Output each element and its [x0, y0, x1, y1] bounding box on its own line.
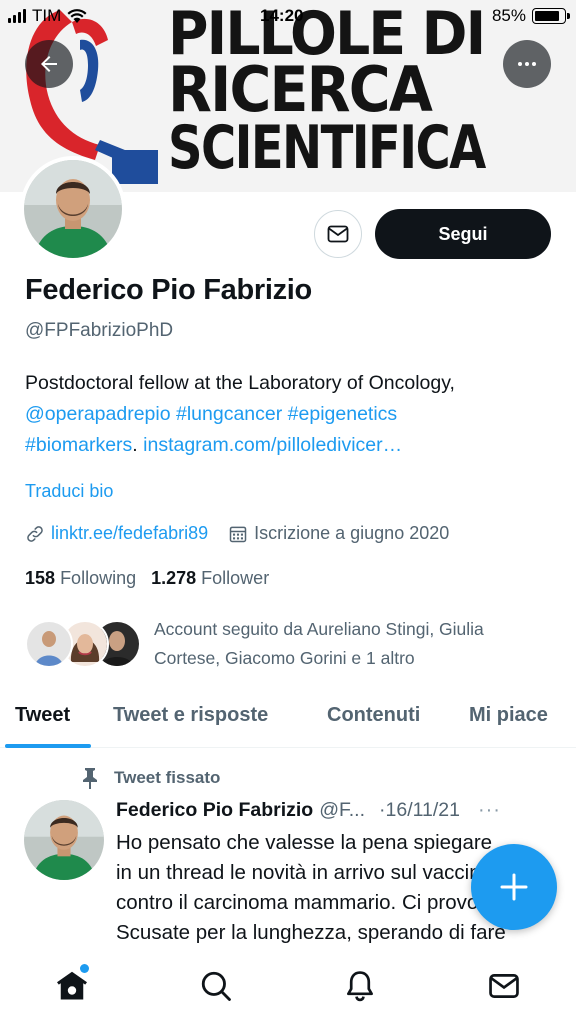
profile-name: Federico Pio Fabrizio: [25, 274, 312, 306]
plus-icon: [500, 873, 528, 901]
tweet-date[interactable]: ·16/11/21: [379, 799, 460, 822]
nav-search[interactable]: [196, 966, 236, 1006]
status-time: 14:20: [260, 6, 304, 25]
tab-contenuti[interactable]: Contenuti: [327, 704, 420, 727]
home-notification-dot: [80, 964, 89, 973]
tweet-author-name[interactable]: Federico Pio Fabrizio: [116, 799, 313, 822]
bio-hashtag-biomarkers[interactable]: #biomarkers: [25, 434, 132, 456]
calendar-icon: [229, 526, 247, 542]
message-button[interactable]: [314, 210, 362, 258]
profile-handle: @FPFabrizioPhD: [25, 320, 174, 341]
status-left: TIM: [8, 6, 87, 26]
tab-mi-piace[interactable]: Mi piace: [469, 704, 548, 727]
bio-text: Postdoctoral fellow at the Laboratory of…: [25, 372, 455, 394]
tweet-more-icon[interactable]: ···: [478, 799, 501, 822]
back-button[interactable]: [25, 40, 73, 88]
pin-icon: [83, 768, 97, 789]
bottom-navigation: [0, 944, 576, 1024]
bio-instagram-link[interactable]: instagram.com/pilloledivicer…: [143, 434, 402, 456]
active-tab-indicator: [5, 744, 91, 748]
carrier-name: TIM: [32, 6, 62, 25]
translate-bio-link[interactable]: Traduci bio: [25, 481, 113, 502]
wifi-icon: [67, 9, 87, 23]
profile-tabs: Tweet Tweet e risposte Contenuti Mi piac…: [0, 690, 576, 748]
battery-icon: [532, 8, 570, 24]
profile-bio: Postdoctoral fellow at the Laboratory of…: [25, 372, 455, 456]
joined-date: Iscrizione a giugno 2020: [254, 523, 450, 543]
battery-fill: [535, 11, 559, 21]
website-item[interactable]: linktr.ee/fedefabri89: [25, 523, 208, 544]
profile-meta: linktr.ee/fedefabri89 Iscrizione a giugn…: [25, 523, 449, 544]
followed-by-text[interactable]: Account seguito da Aureliano Stingi, Giu…: [154, 615, 554, 673]
notifications-icon: [347, 971, 373, 1002]
following-count: 158: [25, 568, 56, 588]
bio-hashtag-epigenetics[interactable]: #epigenetics: [288, 403, 398, 425]
search-icon: [201, 971, 231, 1001]
link-icon: [27, 525, 43, 542]
pinned-text: Tweet fissato: [114, 768, 221, 787]
bio-mention-link[interactable]: @operapadrepio: [25, 403, 171, 425]
following-label: Following: [60, 568, 137, 588]
tab-tweet-e-risposte[interactable]: Tweet e risposte: [113, 704, 268, 727]
tweet-header: Federico Pio Fabrizio @F... ·16/11/21 ··…: [116, 799, 556, 822]
more-options-button[interactable]: [503, 40, 551, 88]
joined-item: Iscrizione a giugno 2020: [228, 523, 449, 544]
home-icon: [57, 971, 87, 1000]
messages-icon: [489, 974, 519, 998]
banner-line-2: RICERCA: [168, 53, 433, 126]
arrow-left-icon: [41, 56, 57, 72]
followers-label: Follower: [201, 568, 270, 588]
avatar-photo: [24, 800, 104, 880]
followers-count: 1.278: [151, 568, 197, 588]
banner-line-3: SCIENTIFICA: [168, 118, 488, 192]
tweet-author-avatar[interactable]: [24, 800, 104, 880]
follow-button[interactable]: Segui: [375, 209, 551, 259]
nav-notifications[interactable]: [340, 966, 380, 1006]
nav-messages[interactable]: [484, 966, 524, 1006]
signal-icon: [8, 9, 26, 23]
mail-icon: [327, 225, 349, 243]
tab-tweet[interactable]: Tweet: [15, 704, 70, 727]
tweet-author-handle[interactable]: @F...: [319, 799, 365, 822]
avatar-photo: [24, 160, 122, 258]
status-bar: TIM 14:20 85%: [0, 0, 576, 34]
follow-counts: 158 Following 1.278 Follower: [25, 568, 269, 589]
follower-avatar: [25, 620, 73, 668]
bio-hashtag-lungcancer[interactable]: #lungcancer: [176, 403, 282, 425]
battery-percent: 85%: [491, 6, 526, 25]
status-right: 85%: [491, 6, 570, 26]
compose-tweet-button[interactable]: [471, 844, 557, 930]
following-count-link[interactable]: 158 Following: [25, 568, 136, 589]
more-horizontal-icon: [518, 62, 536, 66]
profile-avatar[interactable]: [20, 156, 126, 262]
pinned-tweet-label: Tweet fissato: [80, 767, 220, 789]
followed-by-avatars[interactable]: [25, 620, 145, 672]
website-link[interactable]: linktr.ee/fedefabri89: [51, 523, 208, 544]
followers-count-link[interactable]: 1.278 Follower: [151, 568, 269, 589]
